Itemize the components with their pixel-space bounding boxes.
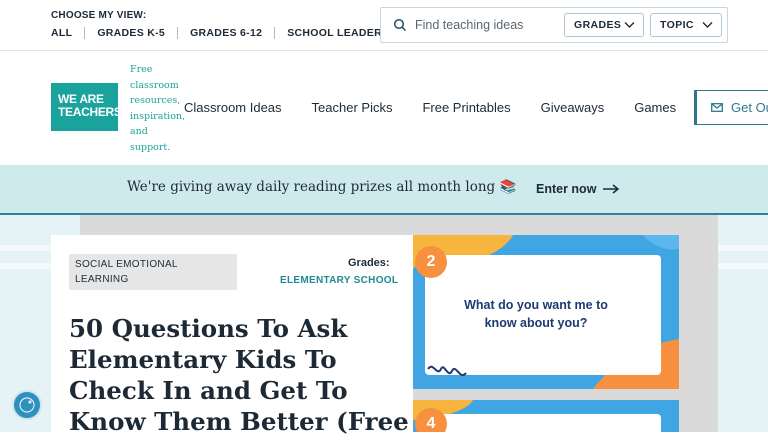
site-logo[interactable]: WE ARE TEACHERS [51, 83, 122, 131]
nav-items: Classroom Ideas Teacher Picks Free Print… [184, 100, 706, 115]
main-nav: WE ARE TEACHERS Free classroom resources… [0, 51, 768, 166]
topic-dropdown[interactable]: TOPIC [650, 13, 722, 37]
search-icon[interactable] [393, 18, 407, 32]
chevron-down-icon [624, 22, 635, 28]
view-links: ALL GRADES K-5 GRADES 6-12 SCHOOL LEADER… [51, 27, 401, 39]
arrow-right-icon [603, 184, 620, 194]
question-number: 2 [415, 246, 447, 278]
search-input[interactable] [415, 16, 555, 34]
article-title: 50 Questions To Ask Elementary Kids To C… [69, 314, 409, 436]
question-card-image: 4 [413, 400, 679, 432]
logo-line-2: TEACHERS [58, 105, 122, 119]
accessibility-icon [19, 397, 35, 413]
category-tag[interactable]: SOCIAL EMOTIONAL LEARNING [69, 254, 237, 290]
enter-now-label: Enter now [536, 182, 597, 196]
question-number: 4 [415, 408, 447, 432]
nav-item-free-printables[interactable]: Free Printables [422, 100, 510, 115]
decor-stripe [718, 263, 768, 269]
choose-view-label: CHOOSE MY VIEW: [51, 10, 147, 21]
chevron-down-icon [702, 22, 713, 28]
nav-item-teacher-picks[interactable]: Teacher Picks [312, 100, 393, 115]
promo-text: We're giving away daily reading prizes a… [127, 179, 517, 195]
grades-label: Grades: [348, 257, 390, 269]
question-card-image: 2 What do you want me to know about you? [413, 235, 679, 389]
promo-banner: We're giving away daily reading prizes a… [0, 165, 768, 215]
grades-dropdown-label: GRADES [574, 19, 622, 31]
article-card: SOCIAL EMOTIONAL LEARNING Grades: ELEMEN… [51, 235, 413, 445]
nav-item-classroom-ideas[interactable]: Classroom Ideas [184, 100, 282, 115]
squiggle-icon [427, 365, 467, 376]
newsletter-button-label: Get Ou [731, 100, 768, 115]
topic-dropdown-label: TOPIC [660, 19, 694, 31]
view-link-all[interactable]: ALL [51, 27, 84, 39]
view-link-grades-6-12[interactable]: GRADES 6-12 [177, 27, 274, 39]
view-link-grades-k5[interactable]: GRADES K-5 [84, 27, 177, 39]
question-text: What do you want me to know about you? [464, 298, 608, 330]
newsletter-button[interactable]: Get Ou [694, 90, 768, 125]
top-bar: CHOOSE MY VIEW: ALL GRADES K-5 GRADES 6-… [0, 0, 768, 51]
accessibility-button[interactable] [12, 390, 42, 420]
enter-now-link[interactable]: Enter now [536, 182, 620, 196]
grades-value-link[interactable]: ELEMENTARY SCHOOL [280, 275, 398, 286]
grades-dropdown[interactable]: GRADES [564, 13, 644, 37]
nav-item-games[interactable]: Games [634, 100, 676, 115]
nav-item-giveaways[interactable]: Giveaways [541, 100, 605, 115]
decor-stripe [718, 245, 768, 251]
card-background-shapes [413, 400, 661, 432]
search-box: GRADES TOPIC [380, 7, 728, 43]
mail-icon [711, 103, 723, 112]
tagline: Free classroom resources, inspiration, a… [130, 64, 186, 153]
